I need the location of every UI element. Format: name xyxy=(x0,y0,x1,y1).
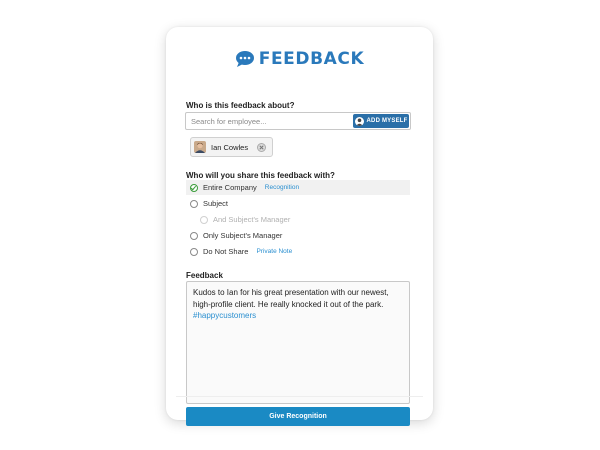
feedback-textarea[interactable]: Kudos to Ian for his great presentation … xyxy=(186,281,410,404)
radio-icon xyxy=(190,247,198,256)
share-option-label: Entire Company xyxy=(203,183,257,192)
employee-avatar xyxy=(194,141,206,153)
radio-icon xyxy=(200,215,208,224)
radio-checked-icon xyxy=(190,183,198,192)
share-option-subject[interactable]: Subject xyxy=(186,196,410,211)
remove-employee-icon[interactable] xyxy=(257,142,267,152)
share-option-label: And Subject's Manager xyxy=(213,215,291,224)
feedback-card: FEEDBACK Who is this feedback about? ADD… xyxy=(166,27,433,426)
share-label: Who will you share this feedback with? xyxy=(186,171,335,180)
give-recognition-button[interactable]: Give Recognition xyxy=(186,407,410,426)
user-avatar-icon xyxy=(354,116,364,126)
speech-bubble-icon xyxy=(235,51,254,67)
share-option-label: Only Subject's Manager xyxy=(203,231,283,240)
form-header: FEEDBACK xyxy=(176,46,423,72)
share-option-label: Subject xyxy=(203,199,229,208)
feedback-label: Feedback xyxy=(186,271,223,280)
share-option-do-not-share[interactable]: Do Not Share Private Note xyxy=(186,244,410,259)
share-option-subjects-manager: And Subject's Manager xyxy=(196,212,420,227)
feedback-form: FEEDBACK Who is this feedback about? ADD… xyxy=(176,34,423,426)
radio-icon xyxy=(190,199,198,208)
share-option-only-manager[interactable]: Only Subject's Manager xyxy=(186,228,410,243)
employee-search-input[interactable] xyxy=(186,113,346,129)
share-option-entire-company[interactable]: Entire Company Recognition xyxy=(186,180,410,195)
recognition-tag: Recognition xyxy=(264,184,300,191)
add-myself-button[interactable]: ADD MYSELF xyxy=(353,114,409,128)
page-title: FEEDBACK xyxy=(258,49,365,69)
feedback-text: Kudos to Ian for his great presentation … xyxy=(193,288,389,309)
about-label: Who is this feedback about? xyxy=(186,101,295,110)
selected-employee-chip: Ian Cowles xyxy=(190,137,274,157)
employee-name: Ian Cowles xyxy=(211,142,249,152)
feedback-hashtag: #happycustomers xyxy=(193,311,257,320)
share-option-label: Do Not Share xyxy=(203,247,249,256)
employee-search: ADD MYSELF xyxy=(185,112,411,130)
private-note-tag: Private Note xyxy=(256,248,293,255)
radio-icon xyxy=(190,231,198,240)
add-myself-label: ADD MYSELF xyxy=(366,118,408,124)
footer-divider xyxy=(176,396,423,397)
